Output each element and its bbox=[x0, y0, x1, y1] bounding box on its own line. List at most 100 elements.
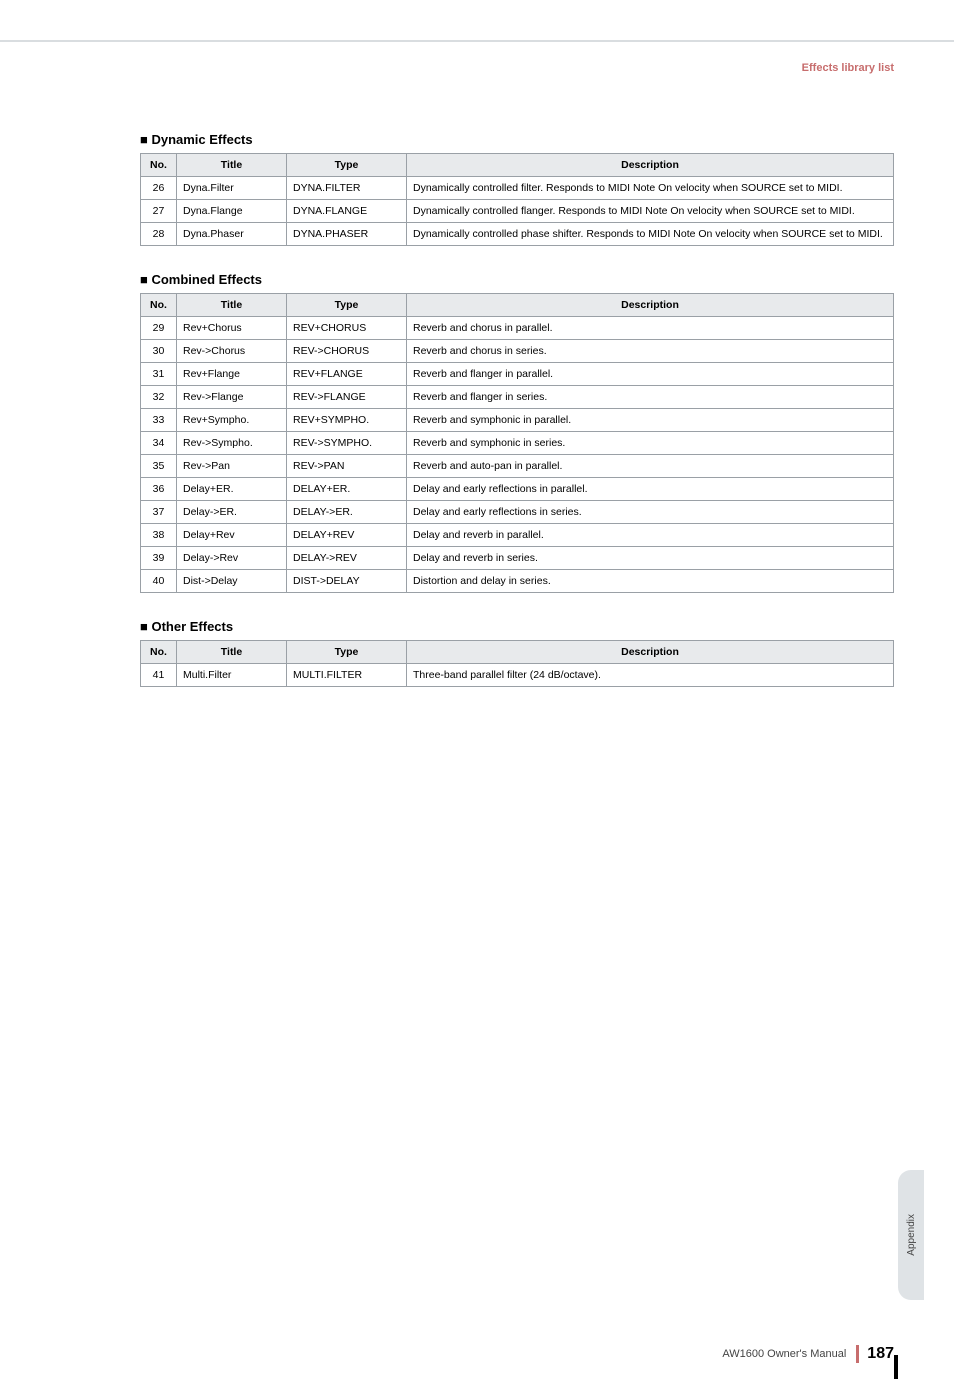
col-title: Title bbox=[177, 154, 287, 177]
section-heading-combined: ■ Combined Effects bbox=[140, 272, 894, 287]
cell-type: REV->FLANGE bbox=[287, 386, 407, 409]
cell-desc: Reverb and symphonic in series. bbox=[407, 432, 894, 455]
col-no: No. bbox=[141, 641, 177, 664]
cell-desc: Reverb and symphonic in parallel. bbox=[407, 409, 894, 432]
table-row: 34Rev->Sympho.REV->SYMPHO.Reverb and sym… bbox=[141, 432, 894, 455]
cell-desc: Delay and early reflections in parallel. bbox=[407, 478, 894, 501]
col-no: No. bbox=[141, 294, 177, 317]
cell-type: DYNA.FILTER bbox=[287, 177, 407, 200]
table-row: 40Dist->DelayDIST->DELAYDistortion and d… bbox=[141, 570, 894, 593]
cell-title: Rev->Chorus bbox=[177, 340, 287, 363]
cell-no: 41 bbox=[141, 664, 177, 687]
table-row: 28Dyna.PhaserDYNA.PHASERDynamically cont… bbox=[141, 223, 894, 246]
cell-type: MULTI.FILTER bbox=[287, 664, 407, 687]
col-no: No. bbox=[141, 154, 177, 177]
cell-no: 28 bbox=[141, 223, 177, 246]
cell-no: 36 bbox=[141, 478, 177, 501]
cell-no: 32 bbox=[141, 386, 177, 409]
col-title: Title bbox=[177, 294, 287, 317]
table-row: 30Rev->ChorusREV->CHORUSReverb and choru… bbox=[141, 340, 894, 363]
cell-title: Dyna.Phaser bbox=[177, 223, 287, 246]
cell-title: Delay->Rev bbox=[177, 547, 287, 570]
cell-no: 34 bbox=[141, 432, 177, 455]
cell-desc: Reverb and chorus in series. bbox=[407, 340, 894, 363]
cell-no: 29 bbox=[141, 317, 177, 340]
cell-title: Rev->Flange bbox=[177, 386, 287, 409]
cell-desc: Reverb and chorus in parallel. bbox=[407, 317, 894, 340]
table-row: 35Rev->PanREV->PANReverb and auto-pan in… bbox=[141, 455, 894, 478]
cell-no: 26 bbox=[141, 177, 177, 200]
cell-no: 37 bbox=[141, 501, 177, 524]
cell-type: DELAY+REV bbox=[287, 524, 407, 547]
table-row: 36Delay+ER.DELAY+ER.Delay and early refl… bbox=[141, 478, 894, 501]
cell-no: 31 bbox=[141, 363, 177, 386]
table-row: 27Dyna.FlangeDYNA.FLANGEDynamically cont… bbox=[141, 200, 894, 223]
cell-desc: Delay and reverb in parallel. bbox=[407, 524, 894, 547]
header-section-label: Effects library list bbox=[802, 62, 894, 74]
cell-title: Dyna.Filter bbox=[177, 177, 287, 200]
cell-type: REV->CHORUS bbox=[287, 340, 407, 363]
cell-type: DIST->DELAY bbox=[287, 570, 407, 593]
cell-title: Rev+Chorus bbox=[177, 317, 287, 340]
section-heading-other: ■ Other Effects bbox=[140, 619, 894, 634]
cell-title: Rev+Flange bbox=[177, 363, 287, 386]
other-effects-table: No. Title Type Description 41Multi.Filte… bbox=[140, 640, 894, 687]
cell-type: DELAY->REV bbox=[287, 547, 407, 570]
cell-no: 38 bbox=[141, 524, 177, 547]
cell-desc: Three-band parallel filter (24 dB/octave… bbox=[407, 664, 894, 687]
footer-manual-title: AW1600 Owner's Manual bbox=[722, 1348, 846, 1360]
dynamic-effects-table: No. Title Type Description 26Dyna.Filter… bbox=[140, 153, 894, 246]
cell-type: REV+CHORUS bbox=[287, 317, 407, 340]
cell-type: DELAY->ER. bbox=[287, 501, 407, 524]
page-footer: AW1600 Owner's Manual 187 bbox=[722, 1345, 894, 1363]
cell-desc: Dynamically controlled flanger. Responds… bbox=[407, 200, 894, 223]
page-content: ■ Dynamic Effects No. Title Type Descrip… bbox=[0, 42, 954, 687]
col-desc: Description bbox=[407, 641, 894, 664]
footer-edge-mark bbox=[894, 1355, 898, 1379]
cell-type: REV->PAN bbox=[287, 455, 407, 478]
cell-title: Dist->Delay bbox=[177, 570, 287, 593]
col-type: Type bbox=[287, 294, 407, 317]
table-row: 39Delay->RevDELAY->REVDelay and reverb i… bbox=[141, 547, 894, 570]
cell-title: Multi.Filter bbox=[177, 664, 287, 687]
cell-title: Delay->ER. bbox=[177, 501, 287, 524]
cell-type: DELAY+ER. bbox=[287, 478, 407, 501]
cell-no: 33 bbox=[141, 409, 177, 432]
cell-desc: Reverb and flanger in series. bbox=[407, 386, 894, 409]
cell-title: Delay+Rev bbox=[177, 524, 287, 547]
table-row: 41Multi.FilterMULTI.FILTERThree-band par… bbox=[141, 664, 894, 687]
cell-desc: Dynamically controlled phase shifter. Re… bbox=[407, 223, 894, 246]
table-row: 38Delay+RevDELAY+REVDelay and reverb in … bbox=[141, 524, 894, 547]
cell-desc: Delay and reverb in series. bbox=[407, 547, 894, 570]
col-desc: Description bbox=[407, 154, 894, 177]
cell-desc: Reverb and auto-pan in parallel. bbox=[407, 455, 894, 478]
table-row: 31Rev+FlangeREV+FLANGEReverb and flanger… bbox=[141, 363, 894, 386]
col-type: Type bbox=[287, 154, 407, 177]
cell-no: 40 bbox=[141, 570, 177, 593]
cell-no: 27 bbox=[141, 200, 177, 223]
cell-desc: Distortion and delay in series. bbox=[407, 570, 894, 593]
side-tab-appendix: Appendix bbox=[898, 1170, 924, 1300]
cell-title: Dyna.Flange bbox=[177, 200, 287, 223]
table-row: 32Rev->FlangeREV->FLANGEReverb and flang… bbox=[141, 386, 894, 409]
side-tab-label: Appendix bbox=[906, 1214, 917, 1256]
combined-effects-table: No. Title Type Description 29Rev+ChorusR… bbox=[140, 293, 894, 593]
cell-type: REV->SYMPHO. bbox=[287, 432, 407, 455]
cell-type: DYNA.PHASER bbox=[287, 223, 407, 246]
cell-no: 30 bbox=[141, 340, 177, 363]
cell-title: Delay+ER. bbox=[177, 478, 287, 501]
cell-title: Rev+Sympho. bbox=[177, 409, 287, 432]
cell-type: REV+FLANGE bbox=[287, 363, 407, 386]
cell-title: Rev->Sympho. bbox=[177, 432, 287, 455]
cell-desc: Delay and early reflections in series. bbox=[407, 501, 894, 524]
cell-no: 35 bbox=[141, 455, 177, 478]
col-type: Type bbox=[287, 641, 407, 664]
table-row: 29Rev+ChorusREV+CHORUSReverb and chorus … bbox=[141, 317, 894, 340]
table-row: 33Rev+Sympho.REV+SYMPHO.Reverb and symph… bbox=[141, 409, 894, 432]
cell-title: Rev->Pan bbox=[177, 455, 287, 478]
cell-desc: Reverb and flanger in parallel. bbox=[407, 363, 894, 386]
cell-type: REV+SYMPHO. bbox=[287, 409, 407, 432]
col-desc: Description bbox=[407, 294, 894, 317]
table-row: 37Delay->ER.DELAY->ER.Delay and early re… bbox=[141, 501, 894, 524]
cell-no: 39 bbox=[141, 547, 177, 570]
